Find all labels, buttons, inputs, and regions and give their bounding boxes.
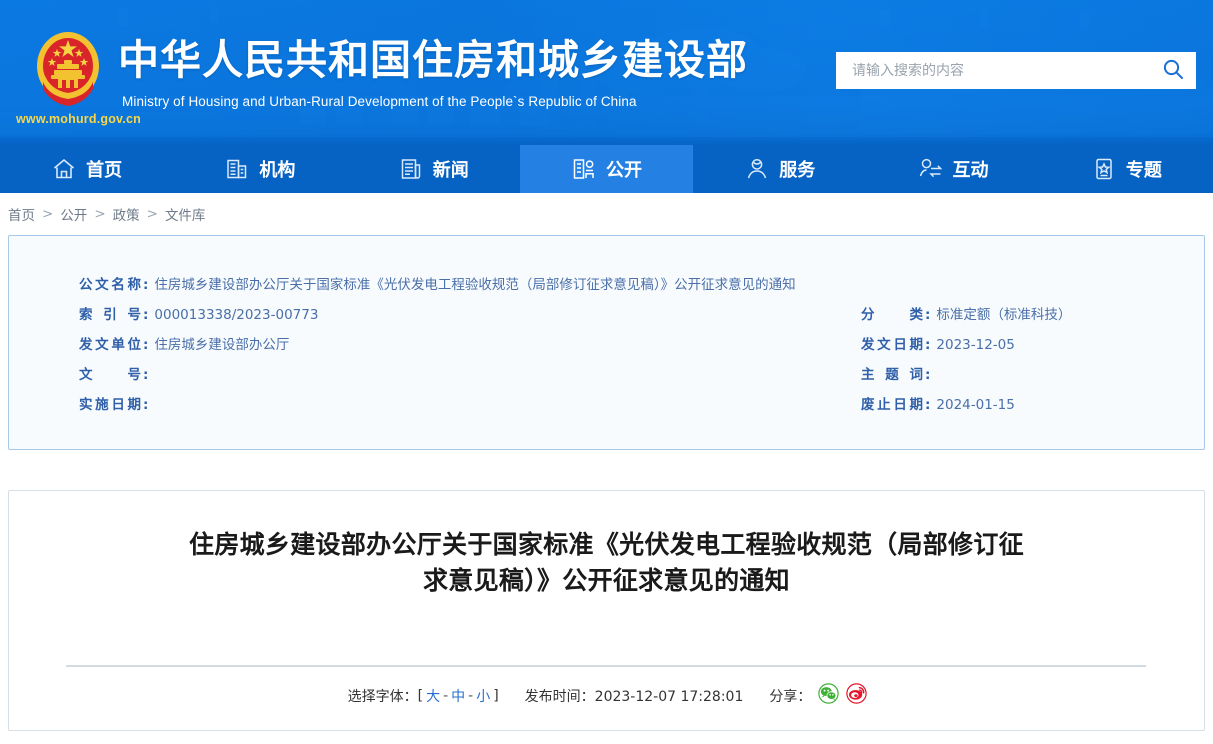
meta-colon: : — [143, 397, 149, 413]
wechat-share-icon[interactable] — [818, 683, 840, 708]
interaction-icon — [918, 156, 944, 182]
main-navigation: 首页 机构 新闻 公开 服务 互动 专题 — [0, 145, 1213, 193]
meta-row-subject-terms: 主题词 : — [861, 363, 936, 383]
meta-label: 发文单位 — [79, 337, 141, 353]
font-size-selector: 选择字体： [ 大 - 中 - 小 ] — [348, 686, 499, 706]
meta-label: 废止日期 — [861, 397, 923, 413]
meta-row-category: 分类 : 标准定额（标准科技） — [861, 303, 1071, 323]
meta-colon: : — [143, 337, 149, 353]
font-size-label: 选择字体： — [347, 688, 418, 705]
meta-label: 发文日期 — [861, 337, 923, 353]
nav-label: 互动 — [952, 160, 989, 181]
meta-label: 文号 — [79, 367, 141, 383]
breadcrumb-item-home[interactable]: 首页 — [8, 204, 35, 224]
article-container: 住房城乡建设部办公厅关于国家标准《光伏发电工程验收规范（局部修订征求意见稿）》公… — [8, 490, 1205, 731]
meta-colon: : — [925, 337, 931, 353]
meta-row-document-name: 公文名称 : 住房城乡建设部办公厅关于国家标准《光伏发电工程验收规范（局部修订征… — [79, 273, 796, 293]
nav-item-disclosure[interactable]: 公开 — [519, 145, 694, 193]
article-divider — [66, 665, 1146, 667]
meta-row-issue-date: 发文日期 : 2023-12-05 — [861, 333, 1015, 353]
china-national-emblem — [30, 30, 106, 106]
meta-label: 分类 — [861, 307, 923, 323]
nav-item-service[interactable]: 服务 — [693, 145, 866, 193]
site-title-en: Ministry of Housing and Urban-Rural Deve… — [122, 94, 637, 109]
nav-label: 机构 — [259, 160, 296, 181]
meta-colon: : — [925, 307, 931, 323]
meta-row-document-number: 文号 : — [79, 363, 154, 383]
star-topic-icon — [1091, 156, 1117, 182]
meta-value: 住房城乡建设部办公厅 — [154, 337, 290, 353]
share-group: 分享： — [769, 683, 868, 708]
meta-row-issuing-unit: 发文单位 : 住房城乡建设部办公厅 — [79, 333, 289, 353]
search-icon — [1162, 58, 1184, 83]
header-bottom-shade — [0, 137, 1213, 145]
meta-label: 实施日期 — [79, 397, 141, 413]
service-user-icon — [744, 156, 770, 182]
nav-label: 服务 — [779, 160, 816, 181]
nav-label: 专题 — [1125, 160, 1162, 181]
nav-item-organization[interactable]: 机构 — [173, 145, 346, 193]
disclosure-icon — [571, 156, 597, 182]
meta-value: 2023-12-05 — [936, 337, 1015, 353]
search-button[interactable] — [1150, 52, 1196, 89]
meta-value: 000013338/2023-00773 — [154, 307, 319, 323]
publish-time-label: 发布时间： — [524, 688, 595, 705]
meta-value: 2024-01-15 — [936, 397, 1015, 413]
font-size-large[interactable]: 大 — [423, 686, 443, 706]
bracket-close: ] — [493, 687, 499, 704]
breadcrumb-separator: > — [42, 206, 54, 222]
meta-row-effective-date: 实施日期 : — [79, 393, 154, 413]
breadcrumb-item-disclosure[interactable]: 公开 — [60, 204, 87, 224]
nav-item-topics[interactable]: 专题 — [1040, 145, 1213, 193]
meta-label: 索引号 — [79, 307, 141, 323]
weibo-share-icon[interactable] — [846, 683, 868, 708]
site-title-cn: 中华人民共和国住房和城乡建设部 — [118, 36, 748, 84]
meta-row-repeal-date: 废止日期 : 2024-01-15 — [861, 393, 1015, 413]
meta-colon: : — [925, 397, 931, 413]
nav-label: 新闻 — [432, 160, 469, 181]
publish-time-value: 2023-12-07 17:28:01 — [594, 688, 744, 705]
breadcrumb-item-policy[interactable]: 政策 — [113, 204, 140, 224]
meta-value: 标准定额（标准科技） — [936, 307, 1072, 323]
news-icon — [398, 156, 424, 182]
home-icon — [51, 156, 77, 182]
meta-colon: : — [925, 367, 931, 383]
page-title: 住房城乡建设部办公厅关于国家标准《光伏发电工程验收规范（局部修订征求意见稿）》公… — [189, 530, 1024, 595]
meta-row-index-number: 索引号 : 000013338/2023-00773 — [79, 303, 318, 323]
document-metadata-panel: 公文名称 : 住房城乡建设部办公厅关于国家标准《光伏发电工程验收规范（局部修订征… — [8, 235, 1205, 450]
font-size-medium[interactable]: 中 — [448, 686, 468, 706]
nav-label: 首页 — [86, 160, 123, 181]
search-box[interactable] — [836, 52, 1196, 89]
breadcrumb-separator: > — [146, 206, 158, 222]
breadcrumb-separator: > — [94, 206, 106, 222]
meta-colon: : — [143, 307, 149, 323]
site-header: www.mohurd.gov.cn 中华人民共和国住房和城乡建设部 Minist… — [0, 0, 1213, 145]
nav-item-news[interactable]: 新闻 — [347, 145, 520, 193]
site-url-label: www.mohurd.gov.cn — [16, 112, 141, 126]
meta-label: 公文名称 — [79, 277, 141, 293]
building-icon — [224, 156, 250, 182]
search-input[interactable] — [850, 61, 1150, 80]
font-size-small[interactable]: 小 — [473, 686, 493, 706]
nav-item-interaction[interactable]: 互动 — [866, 145, 1039, 193]
meta-colon: : — [143, 367, 149, 383]
breadcrumb: 首页 > 公开 > 政策 > 文件库 — [0, 193, 1213, 235]
publish-time-group: 发布时间：2023-12-07 17:28:01 — [525, 686, 744, 706]
meta-value: 住房城乡建设部办公厅关于国家标准《光伏发电工程验收规范（局部修订征求意见稿）》公… — [154, 277, 796, 293]
meta-label: 主题词 — [861, 367, 923, 383]
nav-label: 公开 — [605, 160, 642, 181]
meta-colon: : — [143, 277, 149, 293]
article-toolbar: 选择字体： [ 大 - 中 - 小 ] 发布时间：2023-12-07 17:2… — [9, 683, 1206, 708]
share-label: 分享： — [769, 688, 812, 705]
breadcrumb-item-documents[interactable]: 文件库 — [165, 204, 206, 224]
nav-item-home[interactable]: 首页 — [0, 145, 173, 193]
